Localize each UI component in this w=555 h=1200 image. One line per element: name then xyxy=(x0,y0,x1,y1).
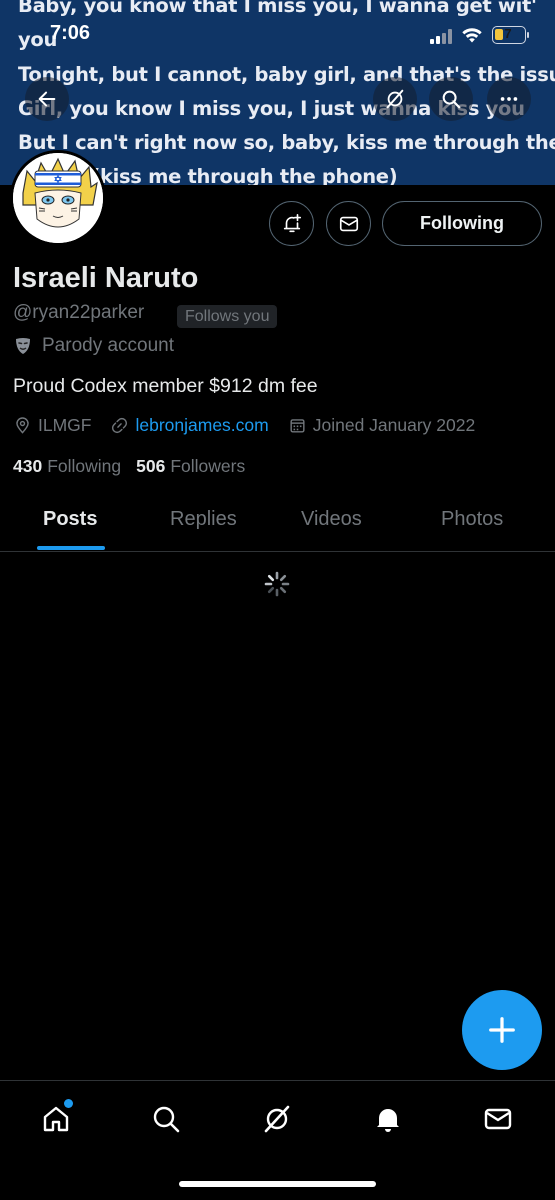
link-icon xyxy=(112,417,128,434)
banner-lyric-line: Baby, you know that I miss you, I wanna … xyxy=(18,0,537,17)
more-button[interactable] xyxy=(487,77,531,121)
tab-replies[interactable]: Replies xyxy=(170,508,237,531)
plus-icon xyxy=(489,1017,515,1043)
compose-post-button[interactable] xyxy=(462,990,542,1070)
bell-plus-icon xyxy=(283,213,301,232)
follows-you-badge: Follows you xyxy=(177,305,278,328)
notifications-icon xyxy=(377,1109,399,1132)
followers-count-link[interactable]: 506 Followers xyxy=(136,456,245,477)
joined-text: Joined January 2022 xyxy=(312,415,476,435)
following-count-link[interactable]: 430 Following xyxy=(13,456,121,477)
home-indicator xyxy=(179,1181,376,1187)
profile-name: Israeli Naruto xyxy=(13,262,199,294)
calendar-icon xyxy=(290,419,305,433)
location-text: ILMGF xyxy=(38,415,92,435)
message-button[interactable] xyxy=(326,201,371,246)
tab-photos[interactable]: Photos xyxy=(441,508,503,531)
avatar[interactable] xyxy=(10,150,106,246)
search-button[interactable] xyxy=(429,77,473,121)
nav-messages[interactable] xyxy=(478,1099,518,1139)
loading-spinner-icon xyxy=(264,571,290,597)
grok-icon xyxy=(386,89,404,109)
notifications-subscribe-button[interactable] xyxy=(269,201,314,246)
following-count: 430 xyxy=(13,456,43,476)
profile-bio: Proud Codex member $912 dm fee xyxy=(13,375,318,397)
theater-mask-icon xyxy=(16,338,30,354)
follow-counts: 430 Following 506 Followers xyxy=(13,456,260,477)
messages-icon xyxy=(484,1108,512,1130)
status-time: 7:06 xyxy=(50,22,91,44)
banner-lyric-line: But I can't right now so, baby, kiss me … xyxy=(18,131,555,154)
nav-search[interactable] xyxy=(146,1099,186,1139)
website-link[interactable]: lebronjames.com xyxy=(135,415,268,436)
nav-home[interactable] xyxy=(36,1099,76,1139)
grok-button[interactable] xyxy=(373,77,417,121)
tab-posts[interactable]: Posts xyxy=(43,508,97,531)
cellular-signal-icon xyxy=(430,29,452,44)
followers-label: Followers xyxy=(170,456,246,476)
wifi-icon xyxy=(462,28,482,43)
location-pin-icon xyxy=(16,417,29,434)
avatar-image xyxy=(13,153,103,243)
parody-text: Parody account xyxy=(42,335,175,356)
nav-grok[interactable] xyxy=(257,1099,297,1139)
followers-count: 506 xyxy=(136,456,166,476)
location: ILMGF xyxy=(13,415,91,436)
battery-level: 7 xyxy=(504,26,512,41)
banner-lyric-line: Tonight, but I cannot, baby girl, and th… xyxy=(18,63,555,86)
joined-date: Joined January 2022 xyxy=(288,415,475,436)
profile-meta: ILMGF lebronjames.com Joined January 202… xyxy=(13,415,494,436)
tab-videos[interactable]: Videos xyxy=(301,508,362,531)
following-button[interactable]: Following xyxy=(382,201,542,246)
back-button[interactable] xyxy=(25,77,69,121)
active-tab-indicator xyxy=(37,546,105,550)
following-label: Following xyxy=(47,456,122,476)
parody-label: Parody account xyxy=(13,335,174,357)
envelope-icon xyxy=(339,216,358,231)
nav-notifications[interactable] xyxy=(368,1099,408,1139)
search-icon xyxy=(442,90,461,109)
profile-tabs: Posts Replies Videos Photos xyxy=(0,490,555,552)
website[interactable]: lebronjames.com xyxy=(110,415,269,436)
unread-dot xyxy=(64,1099,73,1108)
battery-icon: 7 xyxy=(492,26,529,44)
back-arrow-icon xyxy=(38,91,56,107)
grok-icon xyxy=(264,1105,290,1133)
profile-handle: @ryan22parker xyxy=(13,302,145,323)
more-icon xyxy=(500,97,518,101)
search-icon xyxy=(153,1106,180,1133)
